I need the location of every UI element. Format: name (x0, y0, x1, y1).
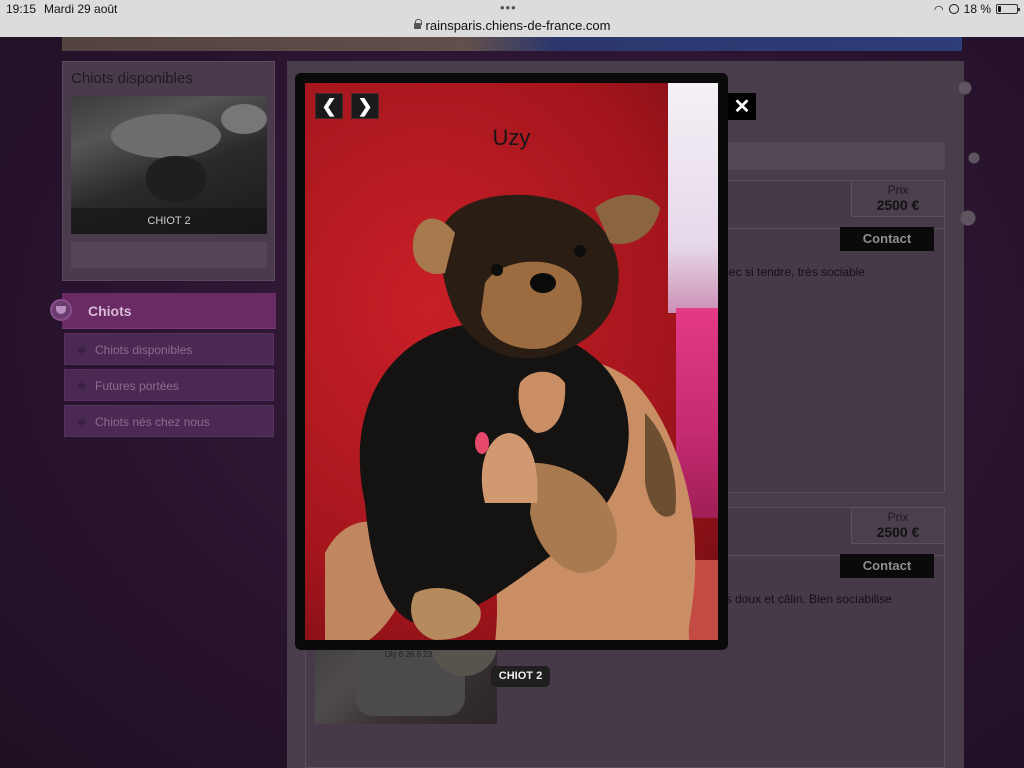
battery-percent: 18 % (963, 2, 991, 16)
url-text: rainsparis.chiens-de-france.com (425, 18, 611, 33)
next-image-button[interactable]: ❯ (351, 93, 379, 119)
photo-timestamp: Uly 6 26 8 23 (385, 650, 433, 659)
available-puppies-card: Chiots disponibles CHIOT 2 (62, 61, 275, 281)
menu-item-label: Chiots disponibles (95, 343, 193, 357)
address-bar[interactable]: rainsparis.chiens-de-france.com (0, 18, 1024, 33)
chevron-left-icon: ❮ (321, 95, 337, 116)
contact-button[interactable]: Contact (840, 227, 934, 251)
lightbox-photo[interactable]: Uzy ❮ ❯ (305, 83, 718, 640)
paw-icon (50, 299, 72, 321)
price-value: 2500 € (876, 197, 920, 213)
menu-item-chiots-nes-chez-nous[interactable]: ✱ Chiots nés chez nous (64, 405, 274, 437)
puppy-in-hand-illustration (325, 194, 696, 640)
status-icons: ◠ 18 % (934, 2, 1020, 16)
decorative-edge (956, 48, 986, 248)
section-bar (725, 142, 945, 170)
card-more-button[interactable] (71, 242, 267, 268)
menu-item-label: Chiots nés chez nous (95, 415, 210, 429)
clock: 19:15 (6, 2, 37, 16)
battery-icon (996, 4, 1020, 14)
price-label: Prix (887, 510, 909, 524)
wifi-icon: ◠ (934, 3, 944, 16)
listing-description: es doux et câlin. Bien sociabilise (719, 592, 892, 606)
close-lightbox-button[interactable]: ✕ (728, 93, 756, 120)
lightbox-modal: Uzy ❮ ❯ (295, 73, 728, 650)
star-bullet-icon: ✱ (77, 345, 87, 357)
price-box: Prix 2500 € (851, 507, 945, 544)
orientation-lock-icon (948, 4, 959, 14)
price-box: Prix 2500 € (851, 180, 945, 217)
lightbox-caption: Uzy (492, 125, 531, 150)
close-icon: ✕ (733, 96, 751, 118)
multitasking-dots-icon[interactable]: ••• (500, 0, 517, 15)
prev-image-button[interactable]: ❮ (315, 93, 343, 119)
chevron-right-icon: ❯ (357, 95, 373, 116)
listing-description: mec si tendre, très sociable (719, 265, 866, 279)
header-banner (62, 37, 962, 51)
menu-item-label: Futures portées (95, 379, 180, 393)
menu-item-futures-portees[interactable]: ✱ Futures portées (64, 369, 274, 401)
menu-header-chiots[interactable]: Chiots (50, 293, 276, 329)
date: Mardi 29 août (44, 2, 118, 16)
card-title: Chiots disponibles (71, 70, 193, 87)
star-bullet-icon: ✱ (77, 381, 87, 393)
contact-button[interactable]: Contact (840, 554, 934, 578)
puppy-thumbnail[interactable]: CHIOT 2 (71, 96, 267, 234)
lock-icon (413, 19, 422, 29)
menu-item-chiots-disponibles[interactable]: ✱ Chiots disponibles (64, 333, 274, 365)
ios-status-bar: 19:15 Mardi 29 août ••• rainsparis.chien… (0, 0, 1024, 37)
thumbnail-label: CHIOT 2 (71, 208, 267, 234)
price-label: Prix (887, 183, 909, 197)
menu-header-label: Chiots (88, 303, 132, 319)
star-bullet-icon: ✱ (77, 417, 87, 429)
price-value: 2500 € (876, 524, 920, 540)
lightbox-image-label: CHIOT 2 (491, 666, 550, 687)
